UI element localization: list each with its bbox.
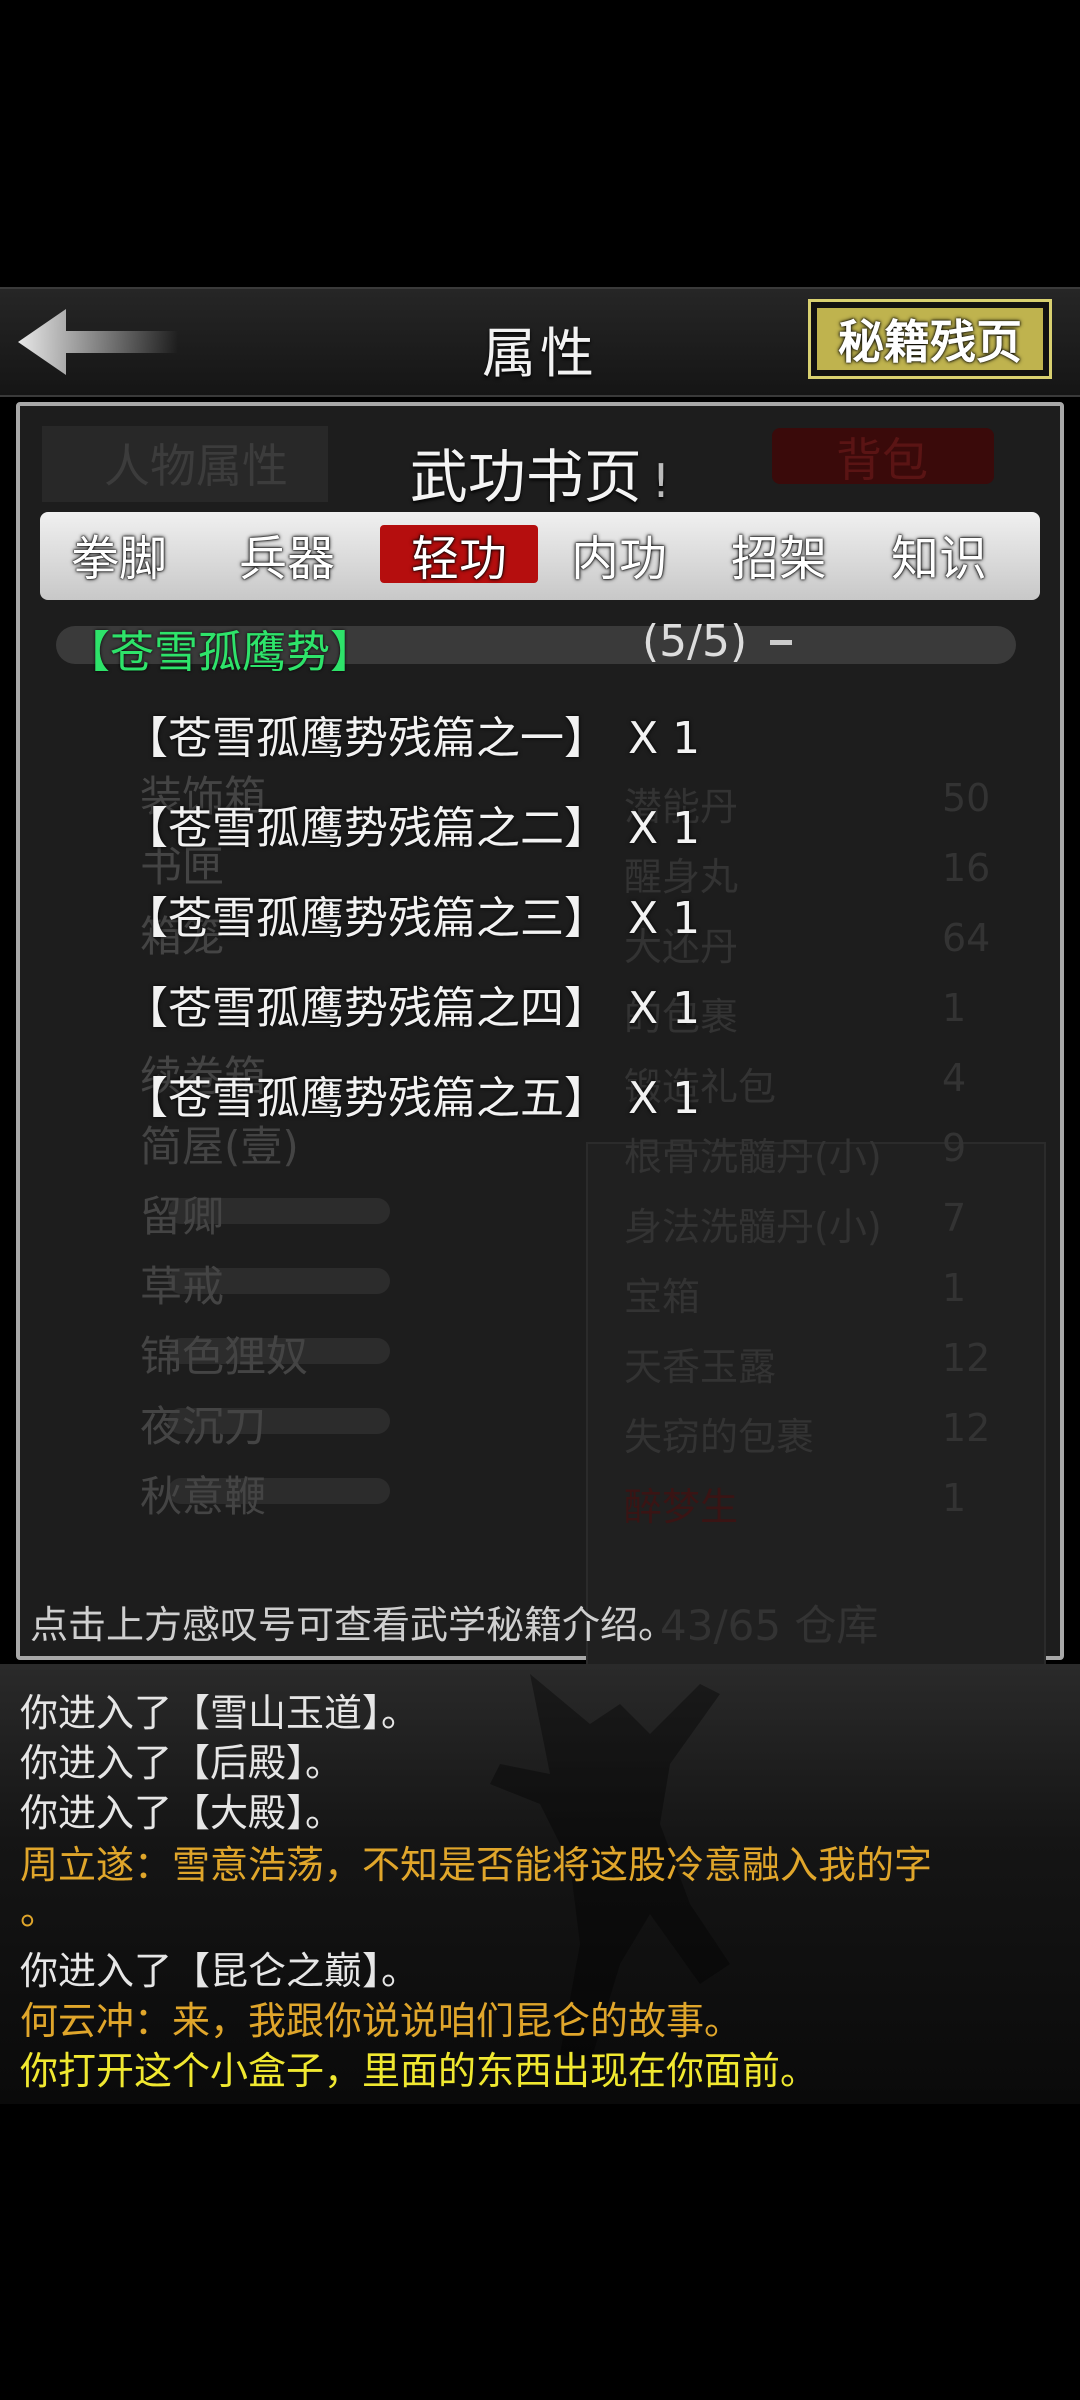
ghost-left-item: 夜沉刀 (140, 1402, 267, 1451)
ghost-right-count: 1 (942, 986, 967, 1030)
ghost-right-count: 4 (942, 1056, 967, 1100)
ghost-right-count: 50 (942, 776, 991, 820)
section-count: (5/5) (642, 616, 748, 667)
log-line: 你进入了【昆仑之巅】。 (20, 1949, 420, 1993)
ghost-right-count: 12 (942, 1336, 991, 1380)
ghost-right-item: 身法洗髓丹(小) (624, 1205, 882, 1249)
tab-weapon[interactable]: 兵器 (208, 525, 366, 587)
tab-inner-skill[interactable]: 内功 (540, 525, 698, 587)
top-bar: 属性 秘籍残页 (0, 287, 1080, 397)
log-line: 你打开这个小盒子，里面的东西出现在你面前。 (20, 2049, 819, 2093)
collapse-minus-icon[interactable] (770, 640, 792, 645)
list-item[interactable]: 【苍雪孤鹰势残篇之二】 X 1 (124, 792, 700, 856)
ghost-left-item: 留卿 (140, 1192, 225, 1241)
tab-fist-kick[interactable]: 拳脚 (40, 525, 198, 587)
ghost-storage-count: 43/65 仓库 (660, 1601, 879, 1650)
log-line: 你进入了【大殿】。 (20, 1791, 344, 1835)
panel-title-text: 武功书页 (409, 443, 642, 511)
hint-text: 点击上方感叹号可查看武学秘籍介绍。 (30, 1603, 677, 1647)
panel-title: 武功书页! (20, 430, 1060, 514)
list-item[interactable]: 【苍雪孤鹰势残篇之四】 X 1 (124, 972, 700, 1036)
tab-knowledge[interactable]: 知识 (860, 525, 1018, 587)
category-tabs: 拳脚 兵器 轻功 内功 招架 知识 (40, 512, 1040, 600)
ghost-right-count: 7 (942, 1196, 967, 1240)
item-qty: X 1 (628, 893, 701, 944)
ghost-right-count: 9 (942, 1126, 967, 1170)
main-panel: 人物属性 背包 装饰箱 书匣 箱笼 续卷箱 简屋(壹) 留卿 草戒 锦色狸奴 夜… (16, 402, 1064, 1951)
item-name: 【苍雪孤鹰势残篇之四】 (124, 983, 608, 1034)
log-line: 周立遂：雪意浩荡，不知是否能将这股冷意融入我的字 (20, 1843, 933, 1887)
ghost-right-count: 1 (942, 1476, 967, 1520)
ghost-left-item: 草戒 (140, 1262, 225, 1311)
fragment-pages-label: 秘籍残页 (817, 308, 1043, 370)
item-qty: X 1 (628, 803, 701, 854)
ghost-right-item: 宝箱 (624, 1275, 701, 1319)
ghost-right-count: 16 (942, 846, 991, 890)
item-name: 【苍雪孤鹰势残篇之一】 (124, 713, 608, 764)
ghost-right-item: 天香玉露 (624, 1345, 777, 1389)
item-name: 【苍雪孤鹰势残篇之三】 (124, 893, 608, 944)
info-exclamation-icon[interactable]: ! (652, 454, 670, 508)
log-line: 你进入了【雪山玉道】。 (20, 1691, 420, 1735)
list-item[interactable]: 【苍雪孤鹰势残篇之五】 X 1 (124, 1062, 700, 1126)
item-name: 【苍雪孤鹰势残篇之五】 (124, 1073, 608, 1124)
item-name: 【苍雪孤鹰势残篇之二】 (124, 803, 608, 854)
item-qty: X 1 (628, 983, 701, 1034)
section-name[interactable]: 【苍雪孤鹰势】 (66, 616, 374, 680)
ghost-left-item: 锦色狸奴 (140, 1332, 309, 1381)
tab-lightness-skill[interactable]: 轻功 (380, 525, 538, 587)
ghost-right-item: 醉梦生 (624, 1485, 739, 1529)
ghost-left-item: 秋意鞭 (140, 1472, 267, 1521)
ghost-right-item: 根骨洗髓丹(小) (624, 1135, 882, 1179)
fragment-pages-button[interactable]: 秘籍残页 (808, 299, 1052, 379)
list-item[interactable]: 【苍雪孤鹰势残篇之一】 X 1 (124, 702, 700, 766)
item-qty: X 1 (628, 1073, 701, 1124)
ghost-right-count: 12 (942, 1406, 991, 1450)
item-qty: X 1 (628, 713, 701, 764)
ghost-right-count: 64 (942, 916, 991, 960)
ghost-right-count: 1 (942, 1266, 967, 1310)
log-line: 你进入了【后殿】。 (20, 1741, 344, 1785)
log-line: 。 (20, 1889, 59, 1933)
message-log: 你进入了【雪山玉道】。 你进入了【后殿】。 你进入了【大殿】。 周立遂：雪意浩荡… (0, 1664, 1080, 2104)
tab-parry[interactable]: 招架 (700, 525, 858, 587)
log-line: 何云冲：来，我跟你说说咱们昆仑的故事。 (20, 1999, 743, 2043)
ghost-right-item: 失窃的包裹 (624, 1415, 815, 1459)
list-item[interactable]: 【苍雪孤鹰势残篇之三】 X 1 (124, 882, 700, 946)
